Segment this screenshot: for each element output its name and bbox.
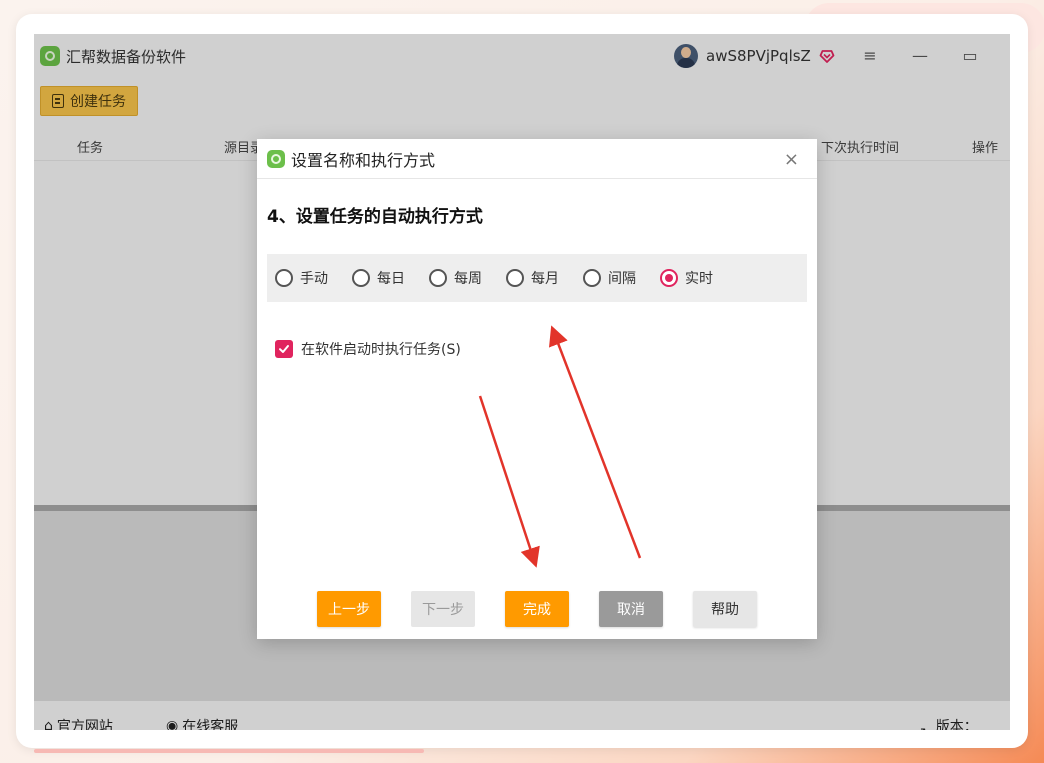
schedule-mode-group: 手动 每日 每周 每月 间隔 实时 (267, 254, 807, 302)
radio-label: 每周 (454, 271, 482, 287)
radio-circle[interactable] (275, 269, 293, 287)
radio-manual[interactable]: 手动 (275, 268, 328, 288)
checkbox-label: 在软件启动时执行任务(S) (301, 342, 461, 358)
frame-decoration (34, 749, 424, 753)
dialog-title: 设置名称和执行方式 (291, 150, 436, 170)
radio-circle[interactable] (506, 269, 524, 287)
task-settings-dialog: 设置名称和执行方式 × 4、设置任务的自动执行方式 手动 每日 每周 每月 间隔… (257, 139, 817, 639)
app-logo-icon (267, 149, 285, 168)
help-button[interactable]: 帮助 (693, 591, 757, 627)
radio-circle[interactable] (429, 269, 447, 287)
radio-realtime[interactable]: 实时 (660, 268, 713, 288)
run-on-startup-option[interactable]: 在软件启动时执行任务(S) (275, 339, 461, 359)
radio-label: 实时 (685, 271, 713, 287)
radio-daily[interactable]: 每日 (352, 268, 405, 288)
step-heading: 4、设置任务的自动执行方式 (267, 207, 483, 227)
finish-button[interactable]: 完成 (505, 591, 569, 627)
radio-label: 每日 (377, 271, 405, 287)
radio-label: 间隔 (608, 271, 636, 287)
radio-label: 每月 (531, 271, 559, 287)
close-icon[interactable]: × (784, 149, 799, 170)
prev-step-button[interactable]: 上一步 (317, 591, 381, 627)
radio-interval[interactable]: 间隔 (583, 268, 636, 288)
checkmark-icon (279, 345, 289, 353)
radio-circle[interactable] (583, 269, 601, 287)
next-step-button[interactable]: 下一步 (411, 591, 475, 627)
radio-weekly[interactable]: 每周 (429, 268, 482, 288)
radio-monthly[interactable]: 每月 (506, 268, 559, 288)
dialog-title-bar: 设置名称和执行方式 × (257, 139, 817, 179)
cancel-button[interactable]: 取消 (599, 591, 663, 627)
radio-label: 手动 (300, 271, 328, 287)
run-on-startup-checkbox[interactable] (275, 340, 293, 358)
radio-circle-selected[interactable] (660, 269, 678, 287)
radio-circle[interactable] (352, 269, 370, 287)
